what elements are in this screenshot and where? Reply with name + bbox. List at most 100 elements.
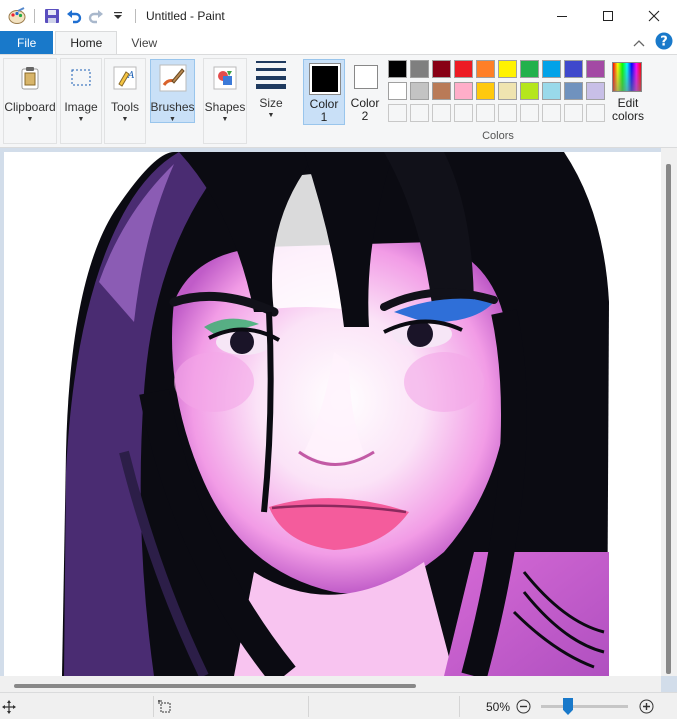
- vertical-scrollbar[interactable]: [661, 148, 677, 676]
- paint-window: Untitled - Paint File Home View ? Clipbo…: [0, 0, 677, 719]
- palette-swatch[interactable]: [520, 82, 539, 100]
- color1-button[interactable]: Color 1: [303, 59, 345, 125]
- palette-swatch-empty[interactable]: [498, 104, 517, 122]
- drawing-canvas[interactable]: [4, 152, 661, 676]
- ribbon-home: Clipboard ▼ Image ▼ A Tools ▼ Brushes ▼ …: [0, 55, 677, 148]
- save-icon[interactable]: [41, 5, 63, 27]
- tab-file[interactable]: File: [0, 31, 54, 54]
- shapes-button[interactable]: Shapes ▼: [204, 62, 246, 123]
- vertical-scroll-thumb[interactable]: [666, 164, 671, 674]
- clipboard-group: Clipboard ▼: [3, 58, 57, 144]
- color2-label: Color 2: [346, 97, 384, 123]
- pop-art-portrait: [4, 152, 661, 676]
- palette-swatch[interactable]: [476, 82, 495, 100]
- clipboard-button[interactable]: Clipboard ▼: [4, 62, 56, 123]
- image-group: Image ▼: [60, 58, 102, 144]
- ribbon-tabs: File Home View ?: [0, 31, 677, 55]
- window-title: Untitled - Paint: [146, 8, 225, 23]
- rainbow-icon: [612, 62, 642, 92]
- svg-text:A: A: [127, 71, 135, 81]
- maximize-icon[interactable]: [585, 0, 631, 31]
- paint-app-icon[interactable]: [6, 5, 28, 27]
- zoom-slider-thumb[interactable]: [563, 698, 573, 715]
- palette-swatch[interactable]: [454, 82, 473, 100]
- color1-swatch: [312, 66, 338, 92]
- palette-swatch-empty[interactable]: [432, 104, 451, 122]
- colors-group-label: Colors: [482, 130, 514, 142]
- status-divider: [459, 696, 460, 717]
- brushes-label: Brushes: [150, 100, 195, 114]
- palette-swatch-empty[interactable]: [410, 104, 429, 122]
- color1-label-line2: 1: [320, 110, 328, 124]
- palette-swatch[interactable]: [586, 82, 605, 100]
- palette-swatch[interactable]: [564, 82, 583, 100]
- undo-icon[interactable]: [63, 5, 85, 27]
- palette-swatch[interactable]: [454, 60, 473, 78]
- zoom-out-icon[interactable]: [516, 693, 531, 719]
- chevron-down-icon: ▼: [169, 116, 176, 123]
- color2-button[interactable]: Color 2: [346, 59, 384, 125]
- brushes-button[interactable]: Brushes ▼: [150, 62, 195, 123]
- select-icon: [65, 62, 97, 94]
- close-icon[interactable]: [631, 0, 677, 31]
- status-bar: 50%: [0, 692, 677, 719]
- horizontal-scroll-thumb[interactable]: [14, 684, 416, 688]
- palette-swatch[interactable]: [498, 82, 517, 100]
- palette-swatch[interactable]: [586, 60, 605, 78]
- chevron-down-icon: ▼: [26, 116, 34, 123]
- help-icon[interactable]: ?: [655, 32, 673, 53]
- zoom-in-icon[interactable]: [639, 693, 654, 719]
- redo-icon[interactable]: [85, 5, 107, 27]
- shapes-icon: [209, 62, 241, 94]
- palette-swatch[interactable]: [520, 60, 539, 78]
- palette-swatch-empty[interactable]: [564, 104, 583, 122]
- tools-button[interactable]: A Tools ▼: [105, 62, 145, 123]
- canvas-workspace: [0, 148, 677, 692]
- palette-swatch[interactable]: [564, 60, 583, 78]
- status-divider: [153, 696, 154, 717]
- zoom-slider[interactable]: [541, 693, 628, 719]
- collapse-ribbon-icon[interactable]: [633, 36, 645, 50]
- palette-swatch[interactable]: [410, 60, 429, 78]
- line-size-icon: [255, 58, 287, 90]
- horizontal-scrollbar[interactable]: [0, 676, 661, 692]
- palette-swatch[interactable]: [432, 82, 451, 100]
- image-button[interactable]: Image ▼: [61, 62, 101, 123]
- color1-label: Color 1: [304, 98, 344, 124]
- size-button[interactable]: Size ▼: [250, 58, 292, 119]
- selection-size-icon: [158, 693, 172, 719]
- color2-label-line2: 2: [361, 109, 369, 123]
- chevron-down-icon: ▼: [77, 116, 85, 123]
- cursor-position-icon: [2, 693, 16, 719]
- palette-swatch-empty[interactable]: [454, 104, 473, 122]
- palette-swatch[interactable]: [542, 82, 561, 100]
- palette-swatch[interactable]: [432, 60, 451, 78]
- palette-swatch-empty[interactable]: [476, 104, 495, 122]
- palette-swatch[interactable]: [542, 60, 561, 78]
- palette-swatch-empty[interactable]: [542, 104, 561, 122]
- clipboard-label: Clipboard: [4, 100, 56, 114]
- palette-swatch-empty[interactable]: [520, 104, 539, 122]
- palette-swatch-empty[interactable]: [388, 104, 407, 122]
- edit-colors-label: Edit colors: [609, 97, 647, 123]
- brushes-group: Brushes ▼: [150, 59, 195, 123]
- customize-dropdown-icon[interactable]: [107, 5, 129, 27]
- toolbar-separator: [135, 8, 136, 23]
- quick-access-toolbar: [0, 0, 142, 31]
- shapes-label: Shapes: [204, 100, 246, 114]
- palette-swatch[interactable]: [498, 60, 517, 78]
- shapes-group: Shapes ▼: [203, 58, 247, 144]
- palette-swatch[interactable]: [476, 60, 495, 78]
- tools-group: A Tools ▼: [104, 58, 146, 144]
- palette-swatch[interactable]: [410, 82, 429, 100]
- palette-swatch[interactable]: [388, 82, 407, 100]
- tab-view[interactable]: View: [117, 31, 171, 54]
- brush-icon: [157, 62, 189, 94]
- minimize-icon[interactable]: [539, 0, 585, 31]
- palette-swatch[interactable]: [388, 60, 407, 78]
- palette-swatch-empty[interactable]: [586, 104, 605, 122]
- zoom-level: 50%: [486, 699, 511, 714]
- edit-colors-button[interactable]: Edit colors: [609, 59, 647, 125]
- tab-home[interactable]: Home: [55, 31, 118, 54]
- image-label: Image: [64, 100, 98, 114]
